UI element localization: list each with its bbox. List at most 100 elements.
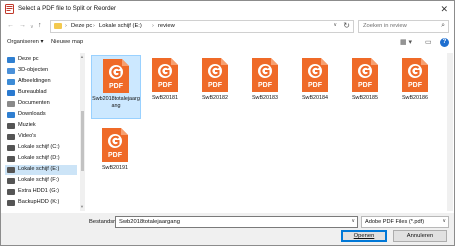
open-button[interactable]: Openen: [341, 230, 387, 242]
video-icon: [7, 134, 15, 140]
help-icon[interactable]: ?: [440, 38, 449, 47]
filetype-select[interactable]: Adobe PDF Files (*.pdf) ∨: [361, 216, 449, 228]
sidebar-item[interactable]: Video's: [5, 132, 77, 142]
sidebar-item[interactable]: BackupHDD (K:): [5, 198, 77, 208]
window-title: Select a PDF file to Split or Reorder: [18, 5, 117, 12]
desktop-icon: [7, 90, 15, 96]
open-button-label: Openen: [353, 233, 375, 239]
breadcrumb-deze-pc[interactable]: Deze pc: [71, 23, 92, 29]
drive-icon: [7, 156, 15, 162]
file-item[interactable]: PDF SwB20184: [291, 55, 339, 117]
pdf-icon-label: PDF: [208, 82, 223, 89]
computer-icon: [7, 57, 15, 63]
pdf-file-icon: PDF: [102, 128, 128, 162]
search-input[interactable]: Zoeken in review: [363, 23, 407, 29]
drive-icon: [7, 145, 15, 151]
chevron-down-icon[interactable]: ∨: [442, 218, 446, 224]
recent-locations-icon[interactable]: ∨: [30, 22, 34, 32]
title-bar: Select a PDF file to Split or Reorder ✕: [1, 1, 454, 18]
sidebar-item-label: Bureaublad: [18, 89, 47, 95]
organize-button[interactable]: Organiseren ▾: [7, 39, 43, 45]
sidebar-item-label: Documenten: [18, 100, 50, 106]
breadcrumb-separator: ›: [152, 23, 154, 29]
toolbar: Organiseren ▾ Nieuwe map ▦ ▾ ▭ ?: [1, 37, 454, 51]
sidebar-item-label: Extra HDD1 (G:): [18, 188, 60, 194]
drive-icon: [7, 167, 15, 173]
download-icon: [7, 112, 15, 118]
refresh-icon[interactable]: ↻: [343, 21, 350, 30]
file-item[interactable]: PDF SwB20182: [191, 55, 239, 117]
sidebar-item[interactable]: Muziek: [5, 121, 77, 131]
scroll-up-icon[interactable]: ▲: [80, 54, 84, 59]
file-item[interactable]: PDF SwB20186: [391, 55, 439, 117]
sidebar-item[interactable]: Documenten: [5, 99, 77, 109]
file-name: SwB20181: [151, 95, 179, 101]
app-icon: [5, 4, 14, 14]
folder-icon: [54, 23, 62, 29]
drive-icon: [7, 200, 15, 206]
scroll-down-icon[interactable]: ▼: [80, 204, 84, 209]
sidebar-item-label: Afbeeldingen: [18, 78, 51, 84]
file-name: Swb2018totalejaargang: [92, 96, 140, 109]
pdf-icon-label: PDF: [158, 82, 173, 89]
sidebar-item[interactable]: Afbeeldingen: [5, 77, 77, 87]
file-item[interactable]: PDF SwB20181: [141, 55, 189, 117]
drive-icon: [7, 178, 15, 184]
sidebar-item-label: Lokale schijf (C:): [18, 144, 60, 150]
sidebar-item[interactable]: 3D-objecten: [5, 66, 77, 76]
new-folder-button[interactable]: Nieuwe map: [51, 39, 83, 45]
drive-icon: [7, 189, 15, 195]
pdf-file-icon: PDF: [152, 58, 178, 92]
file-item[interactable]: PDF SwB20191: [91, 125, 139, 187]
search-box[interactable]: Zoeken in review ⌕: [358, 20, 449, 33]
pdf-file-icon: PDF: [402, 58, 428, 92]
file-list: PDF Swb2018totalejaargang PDF SwB20181 PDF Sw…: [89, 53, 446, 211]
filename-field[interactable]: Swb2018totalejaargang ∨: [115, 216, 358, 228]
sidebar-item-label: Deze pc: [18, 56, 39, 62]
sidebar-item[interactable]: Lokale schijf (C:): [5, 143, 77, 153]
pdf-icon-label: PDF: [258, 82, 273, 89]
file-name: SwB20182: [201, 95, 229, 101]
chevron-down-icon[interactable]: ∨: [333, 22, 337, 28]
cancel-button-label: Annuleren: [406, 233, 434, 239]
music-icon: [7, 123, 15, 129]
images-icon: [7, 79, 15, 85]
breadcrumb-lokale-schijf-e[interactable]: Lokale schijf (E:): [99, 23, 142, 29]
file-item[interactable]: PDF Swb2018totalejaargang: [91, 55, 141, 119]
filetype-value[interactable]: Adobe PDF Files (*.pdf): [365, 219, 424, 225]
sidebar-item[interactable]: Bureaublad: [5, 88, 77, 98]
navigation-pane: Deze pc 3D-objecten Afbeeldingen Bureaublad…: [1, 53, 85, 211]
file-name: SwB20186: [401, 95, 429, 101]
back-arrow-icon[interactable]: ←: [7, 21, 14, 31]
file-name: SwB20185: [351, 95, 379, 101]
sidebar-item[interactable]: Extra HDD1 (G:): [5, 187, 77, 197]
sidebar-item[interactable]: Lokale schijf (E:): [5, 165, 77, 175]
sidebar-item[interactable]: Lokale schijf (D:): [5, 154, 77, 164]
up-arrow-icon[interactable]: ↑: [38, 21, 42, 31]
pdf-file-icon: PDF: [352, 58, 378, 92]
sidebar-item-label: Muziek: [18, 122, 36, 128]
file-list-scrollbar[interactable]: [447, 53, 453, 211]
preview-pane-icon[interactable]: ▭: [425, 38, 432, 46]
forward-arrow-icon[interactable]: →: [19, 21, 26, 31]
chevron-down-icon[interactable]: ∨: [351, 218, 355, 224]
cancel-button[interactable]: Annuleren: [393, 230, 447, 242]
file-item[interactable]: PDF SwB20185: [341, 55, 389, 117]
view-options-icon[interactable]: ▦ ▾: [400, 38, 412, 46]
file-item[interactable]: PDF SwB20183: [241, 55, 289, 117]
sidebar-item-label: BackupHDD (K:): [18, 199, 60, 205]
pdf-icon-label: PDF: [358, 82, 373, 89]
sidebar-item[interactable]: Deze pc: [5, 55, 77, 65]
sidebar-item[interactable]: Downloads: [5, 110, 77, 120]
pdf-icon-label: PDF: [308, 82, 323, 89]
close-icon[interactable]: ✕: [440, 3, 448, 15]
search-icon[interactable]: ⌕: [441, 22, 445, 30]
sidebar-scroll-thumb[interactable]: [81, 111, 84, 171]
sidebar-item-label: Downloads: [18, 111, 46, 117]
sidebar-item[interactable]: Lokale schijf (F:): [5, 176, 77, 186]
breadcrumb-review[interactable]: review: [158, 23, 175, 29]
filename-value[interactable]: Swb2018totalejaargang: [119, 219, 180, 225]
sidebar-item-label: 3D-objecten: [18, 67, 49, 73]
address-bar[interactable]: › Deze pc › Lokale schijf (E:) › review …: [50, 20, 354, 33]
pdf-file-icon: PDF: [252, 58, 278, 92]
